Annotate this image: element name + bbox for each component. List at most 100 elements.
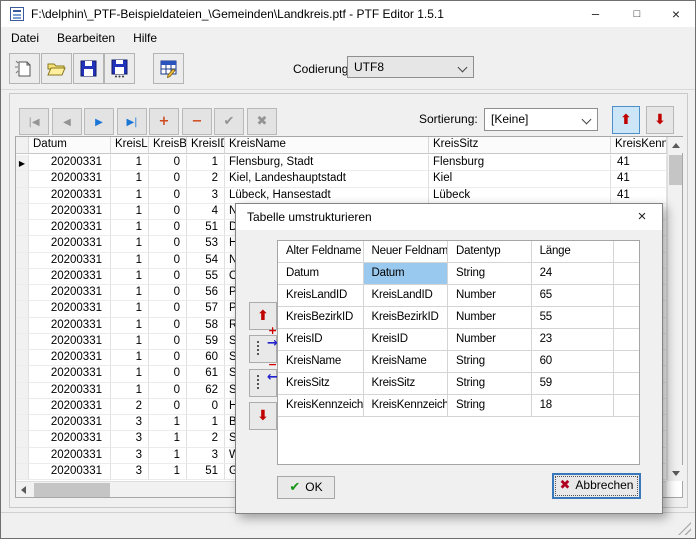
cell-kreislandid: 1 bbox=[111, 171, 149, 187]
cell-neuer-feldname[interactable]: KreisName bbox=[364, 351, 449, 373]
cell-laenge[interactable]: 60 bbox=[532, 351, 615, 373]
vertical-scrollbar[interactable] bbox=[667, 137, 682, 481]
menu-item[interactable]: Datei bbox=[2, 27, 48, 48]
open-file-button[interactable] bbox=[41, 53, 72, 84]
dialog-titlebar[interactable]: Tabelle umstrukturieren × bbox=[236, 204, 662, 230]
cell-kreisbezirkid: 0 bbox=[149, 269, 187, 285]
cell-alter-feldname[interactable]: KreisID bbox=[278, 329, 364, 351]
arrow-up-icon bbox=[672, 143, 680, 148]
arrow-down-icon bbox=[672, 471, 680, 476]
cell-datum: 20200331 bbox=[29, 334, 111, 350]
row-marker-icon bbox=[16, 269, 29, 285]
cell-alter-feldname[interactable]: KreisSitz bbox=[278, 373, 364, 395]
sortierung-combobox[interactable]: [Keine] bbox=[484, 108, 598, 131]
codierung-combobox[interactable]: UTF8 bbox=[347, 56, 474, 78]
cell-neuer-feldname[interactable]: KreisKennzeichen bbox=[364, 395, 449, 417]
row-marker-icon bbox=[16, 236, 29, 252]
nav-post-icon: ✔ bbox=[224, 114, 235, 129]
horizontal-scroll-thumb[interactable] bbox=[34, 483, 110, 497]
cancel-button[interactable]: ✖Abbrechen bbox=[552, 473, 641, 499]
cell-neuer-feldname[interactable]: KreisLandID bbox=[364, 285, 449, 307]
nav-post-button[interactable]: ✔ bbox=[214, 108, 244, 135]
menu-item[interactable]: Hilfe bbox=[124, 27, 166, 48]
cell-alter-feldname[interactable]: KreisLandID bbox=[278, 285, 364, 307]
cell-kreisbezirkid: 0 bbox=[149, 383, 187, 399]
titlebar[interactable]: F:\delphin\_PTF-Beispieldateien_\Gemeind… bbox=[1, 1, 695, 27]
cell-neuer-feldname[interactable]: KreisBezirkID bbox=[364, 307, 449, 329]
cell-neuer-feldname[interactable]: Datum bbox=[364, 263, 449, 285]
maximize-button[interactable]: □ bbox=[617, 1, 657, 27]
cell-laenge[interactable]: 24 bbox=[532, 263, 615, 285]
save-as-button[interactable] bbox=[104, 53, 135, 84]
cell-alter-feldname[interactable]: KreisBezirkID bbox=[278, 307, 364, 329]
sort-descending-icon: ⬇ bbox=[654, 112, 666, 128]
close-button[interactable]: × bbox=[657, 1, 695, 27]
cell-kreislandid: 1 bbox=[111, 301, 149, 317]
cell-datentyp[interactable]: String bbox=[448, 373, 532, 395]
scroll-down-button[interactable] bbox=[668, 465, 683, 481]
cell-datum: 20200331 bbox=[29, 253, 111, 269]
table-row[interactable]: 20200331 1 0 3 Lübeck, Hansestadt Lübeck… bbox=[16, 188, 667, 204]
cell-datum: 20200331 bbox=[29, 269, 111, 285]
resize-grip[interactable] bbox=[678, 522, 691, 535]
minimize-button[interactable]: – bbox=[574, 1, 617, 27]
cell-neuer-feldname[interactable]: KreisSitz bbox=[364, 373, 449, 395]
scroll-left-button[interactable] bbox=[16, 482, 32, 497]
cell-datum: 20200331 bbox=[29, 301, 111, 317]
cell-kreislandid: 3 bbox=[111, 464, 149, 480]
cell-datentyp[interactable]: Number bbox=[448, 307, 532, 329]
cell-datentyp[interactable]: Number bbox=[448, 285, 532, 307]
cell-datentyp[interactable]: Number bbox=[448, 329, 532, 351]
cell-kreisid: 51 bbox=[187, 464, 225, 480]
cell-laenge[interactable]: 59 bbox=[532, 373, 615, 395]
cell-alter-feldname[interactable]: KreisKennzeichen bbox=[278, 395, 364, 417]
cell-laenge[interactable]: 18 bbox=[532, 395, 615, 417]
cell-alter-feldname[interactable]: Datum bbox=[278, 263, 364, 285]
cell-alter-feldname[interactable]: KreisName bbox=[278, 351, 364, 373]
cell-neuer-feldname[interactable]: KreisID bbox=[364, 329, 449, 351]
nav-cancel-icon: ✖ bbox=[257, 114, 268, 129]
nav-next-button[interactable]: ▶ bbox=[84, 108, 114, 135]
restructure-table-button[interactable] bbox=[153, 53, 184, 84]
nav-delete-button[interactable]: − bbox=[182, 108, 212, 135]
cell-kreislandid: 1 bbox=[111, 350, 149, 366]
cell-datentyp[interactable]: String bbox=[448, 395, 532, 417]
move-field-down-button[interactable]: ⬇ bbox=[249, 402, 277, 430]
row-marker-icon bbox=[16, 383, 29, 399]
nav-first-button[interactable]: |◀ bbox=[19, 108, 49, 135]
sort-descending-button[interactable]: ⬇ bbox=[646, 106, 674, 134]
nav-insert-button[interactable]: + bbox=[149, 108, 179, 135]
cell-datentyp[interactable]: String bbox=[448, 263, 532, 285]
cell-filler bbox=[614, 395, 639, 417]
scroll-up-button[interactable] bbox=[668, 137, 683, 153]
table-row[interactable]: ▶ 20200331 1 0 1 Flensburg, Stadt Flensb… bbox=[16, 155, 667, 171]
dialog-close-button[interactable]: × bbox=[624, 204, 660, 230]
dialog-close-icon: × bbox=[638, 208, 647, 225]
nav-prior-button[interactable]: ◀ bbox=[52, 108, 82, 135]
new-file-button[interactable] bbox=[9, 53, 40, 84]
save-button[interactable] bbox=[73, 53, 104, 84]
remove-field-button[interactable]: ← − bbox=[249, 369, 277, 397]
menu-item[interactable]: Bearbeiten bbox=[48, 27, 124, 48]
cell-laenge[interactable]: 65 bbox=[532, 285, 615, 307]
sort-ascending-button[interactable]: ⬆ bbox=[612, 106, 640, 134]
row-marker-icon bbox=[16, 204, 29, 220]
cell-datum: 20200331 bbox=[29, 236, 111, 252]
cell-laenge[interactable]: 55 bbox=[532, 307, 615, 329]
nav-cancel-button[interactable]: ✖ bbox=[247, 108, 277, 135]
cell-kreissitz: Flensburg bbox=[429, 155, 611, 171]
table-row[interactable]: 20200331 1 0 2 Kiel, Landeshauptstadt Ki… bbox=[16, 171, 667, 187]
cell-kreisname: Lübeck, Hansestadt bbox=[225, 188, 429, 204]
grid-header-indicator bbox=[16, 137, 29, 153]
ok-button[interactable]: ✔OK bbox=[277, 476, 335, 499]
cell-kreisid: 57 bbox=[187, 301, 225, 317]
cell-datentyp[interactable]: String bbox=[448, 351, 532, 373]
vertical-scroll-thumb[interactable] bbox=[669, 155, 682, 185]
cell-kreislandid: 2 bbox=[111, 399, 149, 415]
menu-item-label: Hilfe bbox=[133, 31, 157, 45]
cell-kreislandid: 1 bbox=[111, 155, 149, 171]
nav-last-button[interactable]: ▶| bbox=[117, 108, 147, 135]
cell-kreisid: 1 bbox=[187, 415, 225, 431]
row-marker-icon bbox=[16, 366, 29, 382]
cell-laenge[interactable]: 23 bbox=[532, 329, 615, 351]
